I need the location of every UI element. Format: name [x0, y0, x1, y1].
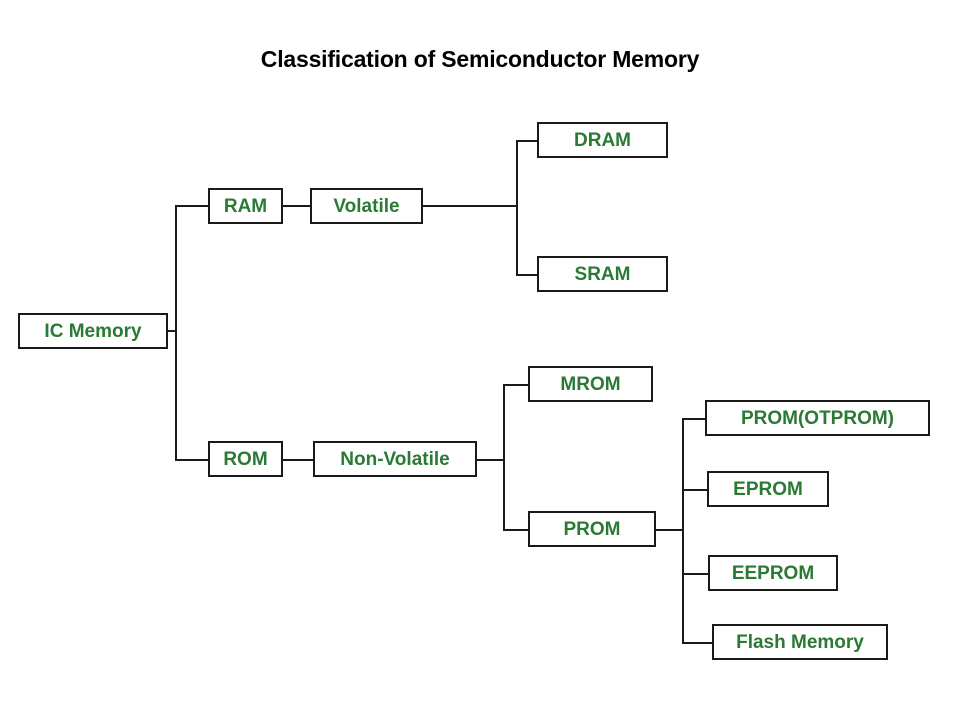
connector-split-to-sram: [516, 274, 539, 276]
node-non-volatile[interactable]: Non-Volatile: [313, 441, 477, 477]
node-eeprom[interactable]: EEPROM: [708, 555, 838, 591]
connector-ic-memory-trunk: [175, 205, 177, 461]
node-prom[interactable]: PROM: [528, 511, 656, 547]
connector-rom-to-nonvolatile: [283, 459, 315, 461]
connector-ram-to-volatile: [283, 205, 312, 207]
connector-split-to-prom: [503, 529, 530, 531]
node-rom[interactable]: ROM: [208, 441, 283, 477]
connector-split-to-eprom: [682, 489, 709, 491]
connector-split-to-eeprom: [682, 573, 710, 575]
node-mrom[interactable]: MROM: [528, 366, 653, 402]
node-prom-otprom[interactable]: PROM(OTPROM): [705, 400, 930, 436]
connector-prom-to-split: [656, 529, 684, 531]
node-volatile[interactable]: Volatile: [310, 188, 423, 224]
connector-volatile-to-split: [423, 205, 517, 207]
connector-prom-split-trunk: [682, 418, 684, 643]
node-ram[interactable]: RAM: [208, 188, 283, 224]
connector-trunk-to-ram: [175, 205, 210, 207]
connector-split-to-prom-otprom: [682, 418, 707, 420]
node-dram[interactable]: DRAM: [537, 122, 668, 158]
connector-split-to-mrom: [503, 384, 530, 386]
connector-split-to-flash-memory: [682, 642, 714, 644]
connector-nonvolatile-to-split: [477, 459, 504, 461]
connector-nonvolatile-split-trunk: [503, 384, 505, 530]
connector-trunk-to-rom: [175, 459, 210, 461]
page-title: Classification of Semiconductor Memory: [260, 46, 700, 72]
node-ic-memory[interactable]: IC Memory: [18, 313, 168, 349]
diagram-canvas: Classification of Semiconductor Memory I…: [0, 0, 960, 720]
node-eprom[interactable]: EPROM: [707, 471, 829, 507]
connector-split-to-dram: [516, 140, 539, 142]
connector-volatile-split-trunk: [516, 140, 518, 275]
node-sram[interactable]: SRAM: [537, 256, 668, 292]
node-flash-memory[interactable]: Flash Memory: [712, 624, 888, 660]
